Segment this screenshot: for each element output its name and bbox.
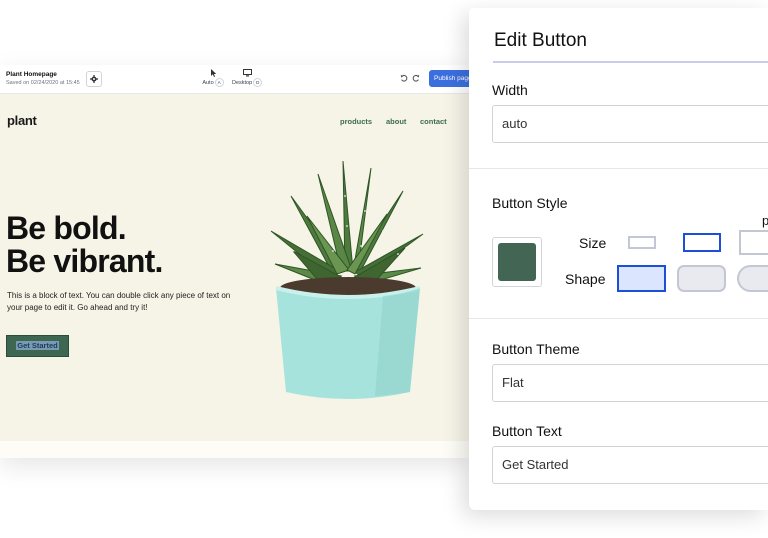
panel-title: Edit Button <box>494 30 587 51</box>
monitor-icon <box>242 69 252 77</box>
get-started-button-label: Get Started <box>16 341 59 350</box>
button-theme-label: Button Theme <box>492 341 580 357</box>
button-text-input[interactable]: Get Started <box>492 446 768 484</box>
width-input[interactable]: auto <box>492 105 768 143</box>
get-started-button[interactable]: Get Started <box>6 335 69 357</box>
nav-link-contact[interactable]: contact <box>420 117 447 126</box>
button-theme-select[interactable]: Flat <box>492 364 768 402</box>
button-style-label: Button Style <box>492 195 568 211</box>
edit-button-panel: Edit Button Width auto Button Style p Si… <box>469 8 768 510</box>
shape-option-pill[interactable] <box>737 265 768 292</box>
size-option-small[interactable] <box>628 236 656 249</box>
size-label: Size <box>579 235 607 251</box>
size-option-medium[interactable] <box>683 233 721 252</box>
page-canvas: plant products about contact Be bold. Be … <box>0 94 470 441</box>
shape-option-rounded[interactable] <box>677 265 726 292</box>
color-swatch <box>498 243 536 281</box>
width-label: Width <box>492 82 528 98</box>
mode-auto-key: A <box>214 78 224 87</box>
button-text-label: Button Text <box>492 423 562 439</box>
saved-timestamp: Saved on 02/24/2020 at 15:45 <box>6 80 80 86</box>
panel-title-divider <box>493 61 768 63</box>
hero-headline-line1: Be bold. <box>6 210 127 246</box>
redo-icon[interactable] <box>412 74 420 82</box>
shape-option-square[interactable] <box>617 265 666 292</box>
gear-icon <box>90 75 98 83</box>
mode-desktop-button[interactable]: Desktop D <box>232 69 263 91</box>
color-picker[interactable] <box>492 237 542 287</box>
page-title: Plant Homepage <box>6 71 57 78</box>
truncated-label: p <box>762 213 768 228</box>
mode-desktop-key: D <box>253 78 263 87</box>
canvas-bottom-edge <box>0 441 470 458</box>
size-option-large[interactable] <box>739 230 768 255</box>
hero-headline-line2: Be vibrant. <box>6 243 163 279</box>
publish-page-button[interactable]: Publish page <box>429 70 470 87</box>
settings-button[interactable] <box>86 71 102 87</box>
mode-auto-button[interactable]: Auto A <box>198 69 228 91</box>
builder-toolbar: Plant Homepage Saved on 02/24/2020 at 15… <box>0 65 470 94</box>
page-builder-window: Plant Homepage Saved on 02/24/2020 at 15… <box>0 65 470 458</box>
undo-icon[interactable] <box>400 74 408 82</box>
cursor-icon <box>210 69 216 77</box>
mode-desktop-label: Desktop <box>232 80 253 86</box>
section-divider <box>469 168 768 169</box>
mode-auto-label: Auto <box>202 80 214 86</box>
site-logo[interactable]: plant <box>7 113 37 128</box>
shape-label: Shape <box>565 271 606 287</box>
hero-paragraph[interactable]: This is a block of text. You can double … <box>7 290 237 314</box>
section-divider <box>469 318 768 319</box>
succulent-plant-image <box>270 160 424 399</box>
nav-link-products[interactable]: products <box>340 117 372 126</box>
nav-link-about[interactable]: about <box>386 117 406 126</box>
hero-headline[interactable]: Be bold. Be vibrant. <box>6 212 163 278</box>
